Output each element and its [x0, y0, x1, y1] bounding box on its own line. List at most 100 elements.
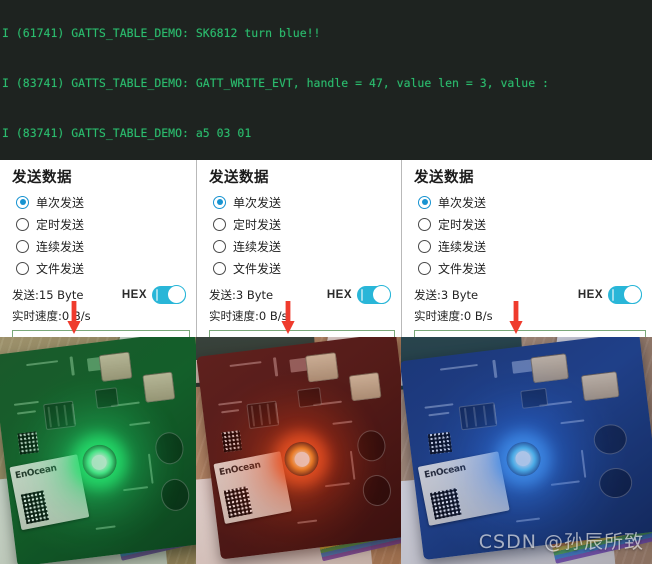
sent-bytes-row: 发送:3 Byte HEX [209, 285, 401, 305]
send-data-panel-green: 发送数据 单次发送 定时发送 连续发送 文件发送 发送:15 Byte HEX … [0, 160, 196, 337]
radio-file-send[interactable]: 文件发送 [418, 257, 652, 279]
hex-toggle-switch[interactable] [357, 285, 391, 304]
sent-bytes-label: 发送:3 Byte [209, 288, 274, 302]
board-photos-row: EnOcean bun [0, 337, 652, 564]
ic-chip [94, 386, 120, 409]
hex-toggle-switch[interactable] [152, 285, 186, 304]
radio-label: 单次发送 [36, 195, 85, 210]
hex-label: HEX [121, 289, 147, 301]
pcb-board: EnOcean [401, 337, 652, 560]
radio-label: 连续发送 [233, 239, 282, 254]
realtime-speed-label: 实时速度:0 B/s [414, 309, 493, 323]
usb-c-port [348, 371, 382, 402]
radio-indicator-icon[interactable] [418, 217, 431, 231]
radio-indicator-icon[interactable] [213, 261, 226, 275]
radio-file-send[interactable]: 文件发送 [213, 257, 401, 279]
module-qr-code [429, 487, 463, 520]
send-data-input[interactable]: a50301 [12, 330, 190, 337]
ic-chip [246, 400, 280, 429]
send-data-input[interactable]: a50303 [414, 330, 646, 337]
module-label: EnOcean [423, 462, 467, 481]
usb-c-port [142, 371, 176, 403]
photo-scene: bun [196, 337, 401, 564]
radio-timed-send[interactable]: 定时发送 [418, 213, 652, 235]
module-label: EnOcean [14, 463, 58, 481]
photo-blue-led: ubu [401, 337, 652, 564]
enocean-module: EnOcean [9, 453, 90, 530]
radio-label: 连续发送 [438, 239, 487, 254]
photo-scene: EnOcean [0, 337, 196, 564]
radio-label: 定时发送 [233, 217, 282, 232]
photo-green-led: EnOcean [0, 337, 196, 564]
qr-code [17, 430, 39, 455]
photo-red-led: bun [196, 337, 401, 564]
usb-c-port [530, 353, 569, 384]
qr-code [221, 429, 243, 453]
hex-toggle-group[interactable]: HEX [326, 285, 401, 304]
toggle-knob-icon [623, 285, 642, 304]
hex-toggle-group[interactable]: HEX [577, 285, 652, 304]
radio-label: 定时发送 [36, 217, 85, 232]
radio-indicator-icon[interactable] [16, 261, 29, 275]
sent-bytes-row: 发送:3 Byte HEX [414, 285, 652, 305]
log-line: I (83741) GATTS_TABLE_DEMO: GATT_WRITE_E… [2, 75, 549, 90]
radio-label: 单次发送 [233, 195, 282, 210]
radio-single-send[interactable]: 单次发送 [16, 191, 196, 213]
log-line: I (83741) GATTS_TABLE_DEMO: a5 03 01 [2, 125, 252, 140]
hex-toggle-group[interactable]: HEX [121, 285, 196, 304]
terminal-log-output[interactable]: I (61741) GATTS_TABLE_DEMO: SK6812 turn … [0, 0, 652, 160]
radio-indicator-icon[interactable] [418, 261, 431, 275]
panel-title: 发送数据 [12, 170, 72, 186]
hex-label: HEX [326, 289, 352, 301]
toggle-knob-icon [372, 285, 391, 304]
qr-code [428, 431, 453, 455]
sent-bytes-label: 发送:3 Byte [414, 288, 479, 302]
toggle-knob-icon [167, 285, 186, 304]
radio-label: 文件发送 [233, 261, 282, 276]
radio-timed-send[interactable]: 定时发送 [213, 213, 401, 235]
radio-label: 文件发送 [438, 261, 487, 276]
ic-chip [458, 402, 498, 431]
log-line: I (61741) GATTS_TABLE_DEMO: SK6812 turn … [2, 26, 321, 41]
radio-indicator-icon[interactable] [213, 239, 226, 253]
hex-label: HEX [577, 289, 603, 301]
panel-title: 发送数据 [414, 170, 474, 186]
radio-indicator-icon[interactable] [16, 217, 29, 231]
send-data-panel-red: 发送数据 单次发送 定时发送 连续发送 文件发送 发送:3 Byte HEX 实… [196, 160, 401, 337]
module-qr-code [20, 490, 50, 524]
send-data-panels-row: 发送数据 单次发送 定时发送 连续发送 文件发送 发送:15 Byte HEX … [0, 160, 652, 337]
radio-single-send[interactable]: 单次发送 [213, 191, 401, 213]
photo-scene: ubu [401, 337, 652, 564]
realtime-speed-label: 实时速度:0 B/s [209, 309, 288, 323]
radio-indicator-icon[interactable] [16, 195, 29, 209]
sent-bytes-label: 发送:15 Byte [12, 288, 84, 302]
usb-c-port [581, 371, 620, 402]
usb-c-port [305, 352, 339, 383]
ic-chip [42, 400, 77, 430]
panel-title: 发送数据 [209, 170, 269, 186]
radio-indicator-icon[interactable] [16, 239, 29, 253]
pcb-board: EnOcean [196, 337, 401, 560]
sent-bytes-row: 发送:15 Byte HEX [12, 285, 196, 305]
radio-label: 文件发送 [36, 261, 85, 276]
radio-continuous-send[interactable]: 连续发送 [16, 235, 196, 257]
module-qr-code [224, 486, 253, 519]
send-data-input[interactable]: a50302 [209, 330, 395, 337]
module-label: EnOcean [218, 460, 262, 479]
hex-toggle-switch[interactable] [608, 285, 642, 304]
radio-indicator-icon[interactable] [418, 239, 431, 253]
radio-label: 连续发送 [36, 239, 85, 254]
radio-indicator-icon[interactable] [213, 217, 226, 231]
ic-chip [519, 387, 548, 409]
ic-chip [297, 386, 322, 408]
radio-file-send[interactable]: 文件发送 [16, 257, 196, 279]
pcb-board: EnOcean [0, 337, 196, 564]
radio-single-send[interactable]: 单次发送 [418, 191, 652, 213]
radio-indicator-icon[interactable] [213, 195, 226, 209]
usb-c-port [98, 350, 133, 382]
radio-label: 单次发送 [438, 195, 487, 210]
radio-indicator-icon[interactable] [418, 195, 431, 209]
radio-continuous-send[interactable]: 连续发送 [418, 235, 652, 257]
radio-timed-send[interactable]: 定时发送 [16, 213, 196, 235]
radio-continuous-send[interactable]: 连续发送 [213, 235, 401, 257]
